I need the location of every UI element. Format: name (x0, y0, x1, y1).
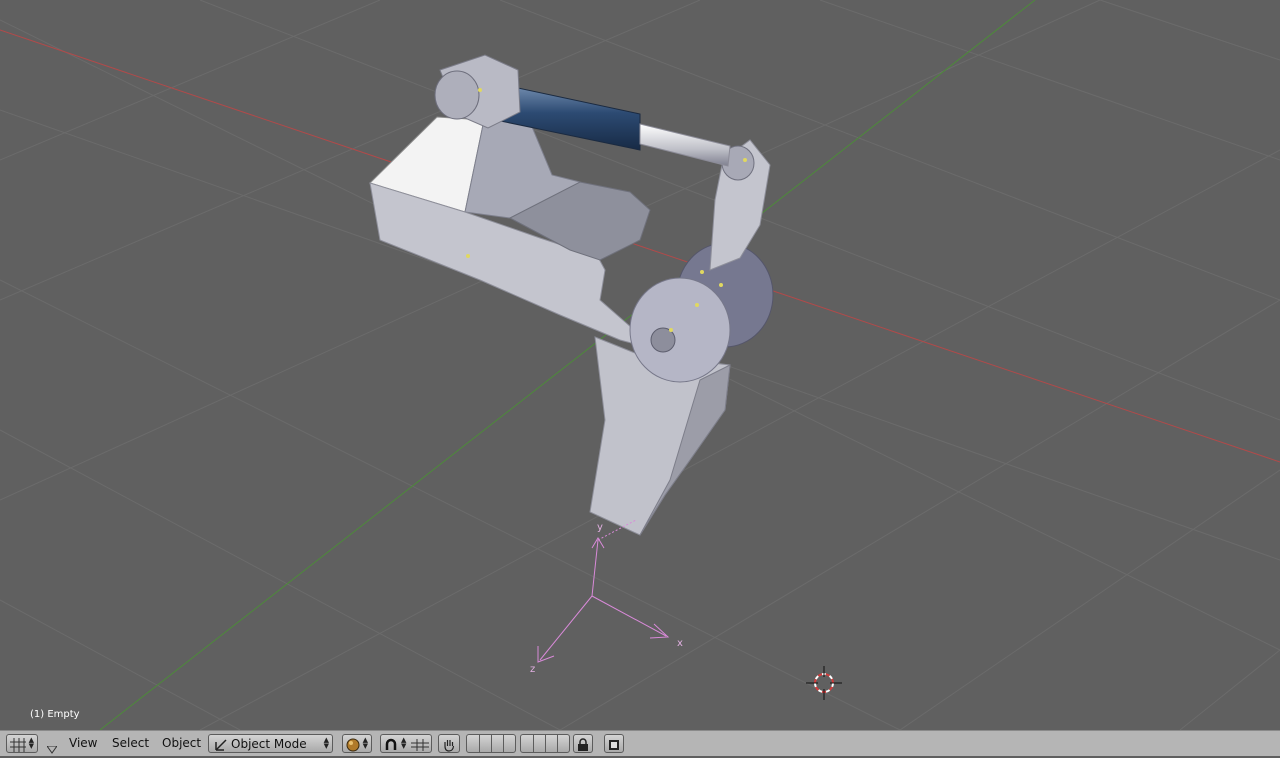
menu-select[interactable]: Select (112, 736, 149, 750)
empty-axes-gizmo[interactable] (537, 519, 670, 663)
snap-grid-icon[interactable] (411, 737, 429, 756)
axis-label-z: z (530, 664, 535, 675)
viewport-header: ▲ ▼ View Select Object Object Mode ▲ ▼ ▲ ▼ … (0, 730, 1280, 756)
object-mode-icon (214, 737, 228, 756)
layers-lock-button[interactable] (573, 734, 593, 753)
render-button[interactable] (604, 734, 624, 753)
spinner-arrows-icon: ▲ ▼ (362, 736, 368, 750)
grid-icon (10, 737, 26, 756)
mode-label: Object Mode (231, 737, 307, 751)
triangle-down-icon[interactable] (46, 739, 58, 758)
mechanical-arm-model[interactable] (369, 54, 774, 536)
3d-viewport[interactable]: y x z (1) Empty (0, 0, 1280, 730)
hand-icon (442, 737, 456, 756)
editor-type-button[interactable]: ▲ ▼ (6, 734, 38, 753)
spinner-arrows-icon: ▲ ▼ (401, 736, 407, 750)
layers-group-1[interactable] (466, 734, 516, 753)
pivot-button[interactable]: ▲ ▼ (380, 734, 432, 753)
mode-select[interactable]: Object Mode ▲ ▼ (208, 734, 333, 753)
manipulator-toggle[interactable] (438, 734, 460, 753)
magnet-icon (384, 737, 398, 756)
layers-group-2[interactable] (520, 734, 570, 753)
spinner-arrows-icon: ▲ ▼ (323, 736, 329, 750)
viewport-canvas[interactable]: y x z (0, 0, 1280, 730)
render-icon (608, 737, 620, 756)
solid-sphere-icon (346, 737, 360, 756)
3d-cursor-icon[interactable] (806, 666, 842, 700)
axis-label-y: y (597, 522, 603, 533)
layer-button[interactable] (557, 735, 569, 752)
menu-view[interactable]: View (69, 736, 97, 750)
axis-label-x: x (677, 638, 683, 649)
active-object-label: (1) Empty (30, 709, 80, 720)
lock-icon (577, 737, 589, 756)
draw-type-button[interactable]: ▲ ▼ (342, 734, 372, 753)
menu-object[interactable]: Object (162, 736, 201, 750)
spinner-arrows-icon: ▲ ▼ (28, 736, 34, 750)
layer-button[interactable] (503, 735, 515, 752)
